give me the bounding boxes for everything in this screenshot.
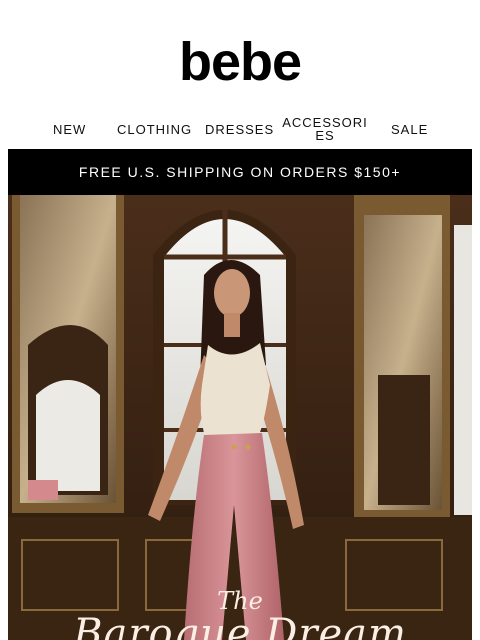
hero-title: Baroque Dream xyxy=(73,611,407,640)
nav-item-sale[interactable]: SALE xyxy=(391,123,428,136)
shipping-banner-text: FREE U.S. SHIPPING ON ORDERS $150+ xyxy=(78,164,402,180)
main-nav: NEW CLOTHING DRESSES ACCESSORIES SALE xyxy=(0,112,480,148)
bebe-logo-wordmark: bebe xyxy=(179,38,302,86)
shipping-banner[interactable]: FREE U.S. SHIPPING ON ORDERS $150+ xyxy=(8,149,472,195)
right-mirror xyxy=(354,195,472,517)
left-mirror xyxy=(12,195,124,513)
nav-item-accessories[interactable]: ACCESSORIES xyxy=(281,116,369,142)
nav-item-dresses[interactable]: DRESSES xyxy=(205,123,274,136)
nav-item-new[interactable]: NEW xyxy=(53,123,86,136)
hero-image[interactable]: The Baroque Dream xyxy=(8,195,472,640)
nav-item-clothing[interactable]: CLOTHING xyxy=(117,123,192,136)
brand-logo[interactable]: bebe xyxy=(0,36,480,88)
hero-illustration xyxy=(8,195,472,640)
svg-text:bebe: bebe xyxy=(179,38,301,86)
